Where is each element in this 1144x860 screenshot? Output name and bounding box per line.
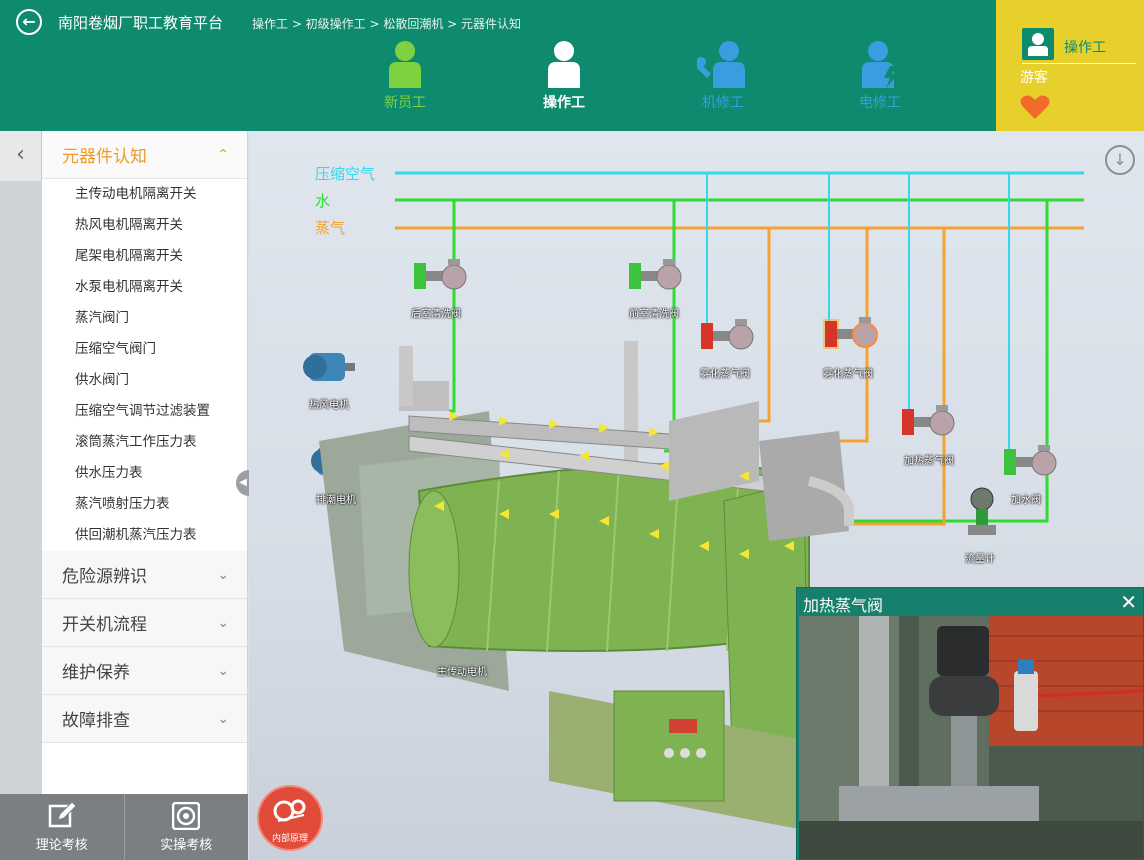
section-label: 开关机流程 [62, 615, 147, 635]
app-title: 南阳卷烟厂职工教育平台 [58, 14, 224, 32]
sidebar-section-startup-shutdown[interactable]: 开关机流程 ⌄ [42, 599, 247, 647]
user-name: 游客 [1020, 70, 1048, 86]
sidebar-section-hazard-identification[interactable]: 危险源辨识 ⌄ [42, 551, 247, 599]
component-popup: 加热蒸气阀 ✕ [796, 587, 1144, 860]
heart-icon[interactable] [1020, 94, 1050, 120]
arrow-down-icon: ↓ [1113, 150, 1127, 169]
heating-steam-valve[interactable] [902, 405, 955, 436]
label-atomize-steam-valve-2[interactable]: 雾化蒸气阀 [823, 365, 873, 380]
sidebar-item[interactable]: 主传动电机隔离开关 [42, 179, 247, 210]
close-icon: ✕ [1120, 590, 1137, 614]
gear-chain-icon [273, 799, 306, 822]
popup-title: 加热蒸气阀 [803, 596, 884, 615]
user-role[interactable]: 操作工 [1022, 28, 1136, 64]
atomize-steam-valve-1[interactable] [701, 319, 754, 350]
bottom-tab-label: 实操考核 [160, 838, 213, 853]
sidebar-section-maintenance[interactable]: 维护保养 ⌄ [42, 647, 247, 695]
role-label: 操作工 [543, 95, 585, 111]
label-heating-steam-valve[interactable]: 加热蒸气阀 [904, 452, 954, 467]
label-flow-meter[interactable]: 流量计 [965, 550, 995, 565]
wrench-person-icon [697, 41, 745, 88]
section-label: 元器件认知 [62, 147, 147, 167]
role-tab-mechanic[interactable]: 机修工 [683, 40, 763, 120]
person-icon [389, 41, 421, 88]
flow-meter[interactable] [968, 487, 996, 535]
bottom-tab-label: 理论考核 [35, 838, 88, 853]
sidebar-item[interactable]: 滚筒蒸汽工作压力表 [42, 427, 247, 458]
flow-button-label: 内部原理 [271, 834, 308, 844]
sidebar-section-troubleshooting[interactable]: 故障排查 ⌄ [42, 695, 247, 743]
sidebar-collapse-button[interactable]: ‹ [0, 131, 42, 181]
chevron-down-icon: ⌄ [217, 662, 229, 679]
hot-air-motor[interactable] [303, 353, 355, 381]
chevron-left-icon: ◀ [239, 477, 247, 488]
sidebar-item[interactable]: 供水压力表 [42, 458, 247, 489]
sidebar-item[interactable]: 供回潮机蒸汽压力表 [42, 520, 247, 551]
back-button[interactable]: ← [16, 9, 42, 35]
label-front-clean-valve[interactable]: 前室清洗阀 [629, 305, 679, 320]
practical-exam-button[interactable]: 实操考核 [123, 794, 249, 860]
user-panel: 操作工 游客 [996, 0, 1144, 131]
chevron-up-icon: ⌃ [217, 146, 229, 163]
water-valve[interactable] [1004, 445, 1057, 476]
user-avatar-icon [1022, 28, 1054, 60]
front-clean-valve[interactable] [629, 259, 682, 290]
section-label: 维护保养 [62, 663, 130, 683]
role-label: 电修工 [859, 95, 901, 111]
sidebar: 元器件认知 ⌃ 主传动电机隔离开关 热风电机隔离开关 尾架电机隔离开关 水泵电机… [42, 131, 248, 794]
legend-water: 水 [315, 192, 331, 210]
atomize-steam-valve-2[interactable] [823, 317, 878, 349]
sidebar-item[interactable]: 热风电机隔离开关 [42, 210, 247, 241]
label-atomize-steam-valve-1[interactable]: 雾化蒸气阀 [700, 365, 750, 380]
role-label: 新员工 [384, 95, 426, 111]
sidebar-item[interactable]: 蒸汽喷射压力表 [42, 489, 247, 520]
bottom-tabs: 理论考核 实操考核 [0, 794, 248, 860]
legend-steam: 蒸气 [315, 219, 346, 237]
section-label: 故障排查 [62, 711, 130, 731]
role-tab-new-employee[interactable]: 新员工 [365, 40, 445, 120]
label-water-valve[interactable]: 加水阀 [1011, 491, 1041, 506]
component-photo [799, 616, 1143, 859]
download-button[interactable]: ↓ [1105, 145, 1135, 175]
sidebar-item[interactable]: 压缩空气调节过滤装置 [42, 396, 247, 427]
back-arrow-icon: ← [22, 12, 36, 31]
role-tab-electrician[interactable]: 电修工 [840, 40, 920, 120]
legend-compressed-air: 压缩空气 [315, 165, 376, 183]
sidebar-item[interactable]: 供水阀门 [42, 365, 247, 396]
top-header: ← 南阳卷烟厂职工教育平台 操作工 > 初级操作工 > 松散回潮机 > 元器件认… [0, 0, 1144, 131]
sidebar-item[interactable]: 尾架电机隔离开关 [42, 241, 247, 272]
sidebar-item[interactable]: 水泵电机隔离开关 [42, 272, 247, 303]
chevron-down-icon: ⌄ [217, 614, 229, 631]
theory-exam-button[interactable]: 理论考核 [0, 794, 124, 860]
sidebar-item[interactable]: 压缩空气阀门 [42, 334, 247, 365]
rear-clean-valve[interactable] [414, 259, 467, 290]
person-icon [548, 41, 580, 88]
internal-principle-button[interactable]: 内部原理 [257, 785, 323, 851]
chevron-down-icon: ⌄ [217, 710, 229, 727]
label-rear-clean-valve[interactable]: 后室清洗阀 [411, 305, 461, 320]
sidebar-section-components[interactable]: 元器件认知 ⌃ [42, 131, 247, 179]
close-button[interactable]: ✕ [1120, 590, 1137, 614]
label-main-drive-motor[interactable]: 主传动电机 [437, 663, 487, 678]
role-label: 机修工 [702, 95, 744, 111]
sidebar-collapse-strip: ‹ [0, 131, 42, 794]
breadcrumb: 操作工 > 初级操作工 > 松散回潮机 > 元器件认知 [252, 17, 522, 31]
role-tab-operator[interactable]: 操作工 [524, 40, 604, 120]
chevron-left-icon: ‹ [16, 142, 25, 167]
user-role-label: 操作工 [1064, 40, 1106, 56]
label-hot-air-motor[interactable]: 热风电机 [309, 396, 349, 411]
chevron-down-icon: ⌄ [217, 566, 229, 583]
section-label: 危险源辨识 [62, 567, 147, 587]
sidebar-item[interactable]: 蒸汽阀门 [42, 303, 247, 334]
label-moisture-exhaust-motor[interactable]: 排潮电机 [316, 491, 356, 506]
disc-icon [172, 802, 201, 830]
edit-icon [48, 802, 76, 828]
lightning-person-icon [862, 41, 898, 88]
